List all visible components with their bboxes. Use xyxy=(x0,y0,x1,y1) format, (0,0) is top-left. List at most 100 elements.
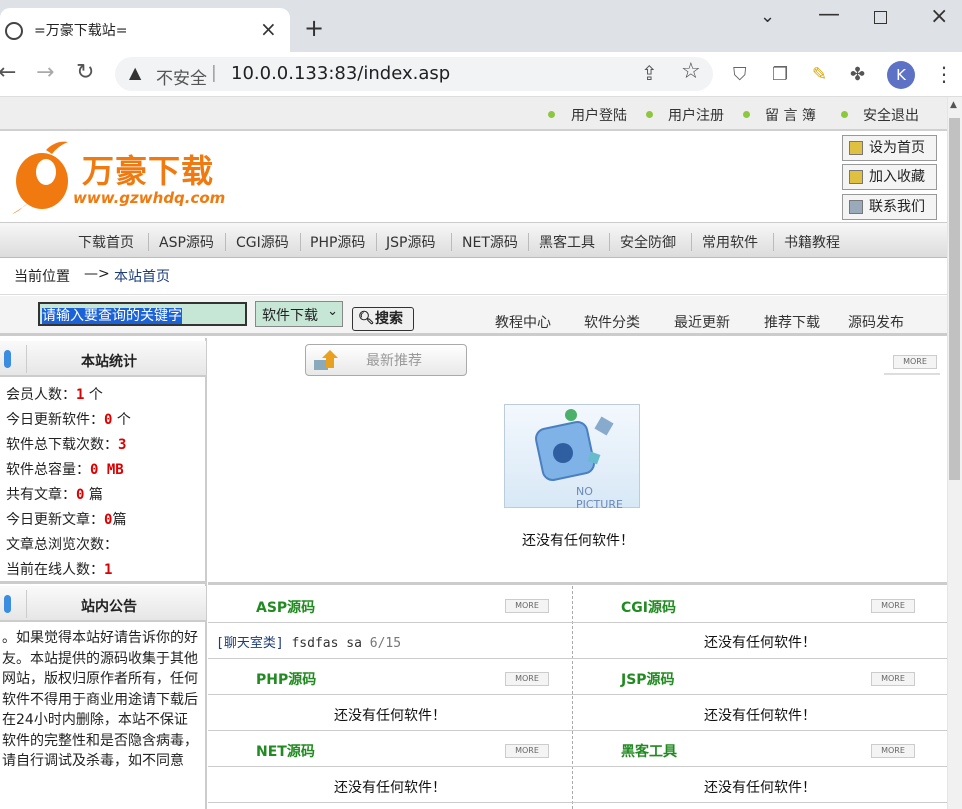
maximize-icon[interactable] xyxy=(874,11,887,24)
arrow-icon xyxy=(849,200,863,214)
more-underline xyxy=(884,373,940,375)
search-input[interactable]: 请输入要查询的关键字 xyxy=(38,302,247,326)
link-software-categories[interactable]: 软件分类 xyxy=(584,312,640,332)
browser-tab[interactable]: =万豪下载站= × xyxy=(0,8,290,52)
minimize-icon[interactable]: — xyxy=(818,2,840,27)
nav-php[interactable]: PHP源码 xyxy=(310,232,365,252)
bullet-dot-icon xyxy=(548,111,555,118)
more-button[interactable]: MORE xyxy=(893,355,937,369)
section-asp-title[interactable]: ASP源码 xyxy=(256,597,315,617)
section-hacker-tools-title[interactable]: 黑客工具 xyxy=(621,741,677,761)
close-window-icon[interactable]: × xyxy=(930,4,948,29)
recommend-empty-text: 还没有任何软件！ xyxy=(522,533,634,549)
notice-scroller: 。如果觉得本站好请告诉你的好友。本站提供的源码收集于其他网站，版权归原作者所有，… xyxy=(0,624,206,809)
browser-tab-bar: =万豪下载站= × + ⌄ — × xyxy=(0,0,962,52)
bullet-dot-icon xyxy=(743,111,750,118)
more-button[interactable]: MORE xyxy=(505,672,549,686)
nav-separator xyxy=(451,233,452,251)
more-button[interactable]: MORE xyxy=(871,599,915,613)
breadcrumb-label: 当前位置 xyxy=(14,269,70,285)
link-source-release[interactable]: 源码发布 xyxy=(848,312,904,332)
shield-extension-icon[interactable]: ⛉ xyxy=(733,64,747,85)
scrollbar-thumb[interactable] xyxy=(949,118,960,480)
section-cgi-title[interactable]: CGI源码 xyxy=(621,597,676,617)
back-icon[interactable]: ← xyxy=(0,60,16,85)
nav-separator xyxy=(528,233,529,251)
notice-header: 站内公告 xyxy=(0,586,206,622)
site-logo[interactable]: 万豪下载 www.gzwhdq.com xyxy=(10,136,250,216)
stat-unit: 篇 xyxy=(112,512,127,528)
scroll-up-arrow-icon[interactable]: ▲ xyxy=(950,100,957,110)
nav-security[interactable]: 安全防御 xyxy=(620,232,676,252)
section-jsp-title[interactable]: JSP源码 xyxy=(621,669,675,689)
search-type-select[interactable]: 软件下载 ⌄ xyxy=(255,301,343,327)
nav-jsp[interactable]: JSP源码 xyxy=(386,232,435,252)
nav-separator xyxy=(225,233,226,251)
add-favorites-button[interactable]: 加入收藏 xyxy=(842,164,937,190)
stat-total-downloads: 软件总下载次数：3 xyxy=(6,434,126,454)
sidebar-divider xyxy=(0,581,207,584)
profile-avatar[interactable]: K xyxy=(887,61,915,89)
stat-label: 会员人数： xyxy=(6,387,76,403)
item-title[interactable]: fsdfas sa xyxy=(284,636,370,651)
stat-value: 1 xyxy=(104,562,113,578)
reload-icon[interactable]: ↻ xyxy=(76,60,94,85)
notice-text: 。如果觉得本站好请告诉你的好友。本站提供的源码收集于其他网站，版权归原作者所有，… xyxy=(2,630,198,769)
link-recommended[interactable]: 推荐下载 xyxy=(764,312,820,332)
url-text[interactable]: 10.0.0.133:83/index.asp xyxy=(231,63,450,84)
link-tutorial-center[interactable]: 教程中心 xyxy=(495,312,551,332)
nav-common-software[interactable]: 常用软件 xyxy=(702,232,758,252)
section-php-title[interactable]: PHP源码 xyxy=(256,669,316,689)
more-button[interactable]: MORE xyxy=(871,744,915,758)
tab-search-icon[interactable]: ⌄ xyxy=(760,6,775,27)
address-bar[interactable]: ▲ 不安全 | 10.0.0.133:83/index.asp ⇪ ☆ xyxy=(115,57,713,91)
login-link[interactable]: 用户登陆 xyxy=(571,105,627,125)
forward-icon[interactable]: → xyxy=(36,60,54,85)
nav-home[interactable]: 下载首页 xyxy=(78,232,134,252)
nav-books[interactable]: 书籍教程 xyxy=(784,232,840,252)
new-tab-icon[interactable]: + xyxy=(304,14,324,42)
guestbook-link[interactable]: 留 言 簿 xyxy=(765,105,816,125)
logout-link[interactable]: 安全退出 xyxy=(863,105,919,125)
stat-members: 会员人数：1 个 xyxy=(6,384,103,404)
php-empty-text: 还没有任何软件！ xyxy=(334,708,446,724)
pencil-extension-icon[interactable]: ✎ xyxy=(812,64,827,85)
list-item[interactable]: [聊天室类] fsdfas sa 6/15 xyxy=(216,632,401,651)
more-button[interactable]: MORE xyxy=(505,744,549,758)
search-button[interactable]: 🔍︎ 搜索 xyxy=(352,307,414,331)
stat-unit: 个 xyxy=(84,387,103,403)
set-homepage-button[interactable]: 设为首页 xyxy=(842,135,937,161)
stat-label: 软件总下载次数： xyxy=(6,437,118,453)
address-separator: | xyxy=(211,63,217,83)
no-picture-image: NO PICTURE xyxy=(504,404,640,511)
close-tab-icon[interactable]: × xyxy=(260,17,277,41)
more-button[interactable]: MORE xyxy=(871,672,915,686)
extensions-puzzle-icon[interactable]: ✤ xyxy=(850,64,865,85)
stat-today-articles: 今日更新文章：0篇 xyxy=(6,509,126,529)
link-recent-updates[interactable]: 最近更新 xyxy=(674,312,730,332)
pill-icon xyxy=(4,350,11,368)
more-button[interactable]: MORE xyxy=(505,599,549,613)
nav-cgi[interactable]: CGI源码 xyxy=(236,232,289,252)
kebab-menu-icon[interactable]: ⋮ xyxy=(934,62,954,86)
breadcrumb-current[interactable]: 本站首页 xyxy=(114,266,170,286)
nav-hacker-tools[interactable]: 黑客工具 xyxy=(539,232,595,252)
search-bar: 请输入要查询的关键字 软件下载 ⌄ 🔍︎ 搜索 教程中心 软件分类 最近更新 推荐下… xyxy=(0,296,947,336)
contact-us-button[interactable]: 联系我们 xyxy=(842,194,937,220)
row-divider xyxy=(208,730,947,731)
nav-separator xyxy=(300,233,301,251)
nav-separator xyxy=(773,233,774,251)
contact-us-label: 联系我们 xyxy=(869,199,925,215)
row-divider xyxy=(208,694,947,695)
section-net-title[interactable]: NET源码 xyxy=(256,741,315,761)
nav-separator xyxy=(148,233,149,251)
stat-article-views: 文章总浏览次数： xyxy=(6,534,118,554)
latest-recommend-tab[interactable]: 最新推荐 xyxy=(305,344,467,376)
register-link[interactable]: 用户注册 xyxy=(668,105,724,125)
nav-asp[interactable]: ASP源码 xyxy=(159,232,214,252)
share-icon[interactable]: ⇪ xyxy=(641,61,658,85)
item-category[interactable]: [聊天室类] xyxy=(216,636,284,651)
nav-net[interactable]: NET源码 xyxy=(462,232,518,252)
copy-extension-icon[interactable]: ❐ xyxy=(772,64,788,85)
bookmark-star-icon[interactable]: ☆ xyxy=(681,59,701,84)
